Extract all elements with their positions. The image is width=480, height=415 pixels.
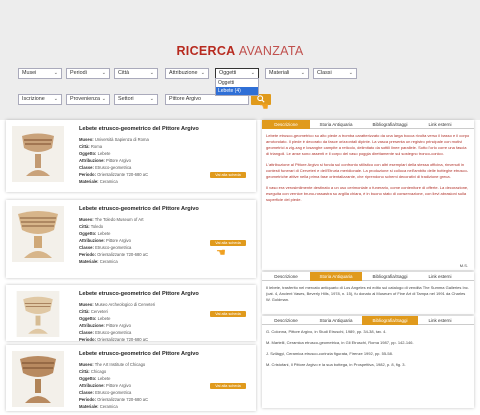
detail-panel-storia: Descrizione Storia Antiquaria Bibliograf… xyxy=(262,272,474,314)
tab-descrizione[interactable]: Descrizione xyxy=(262,272,310,281)
tab-descrizione[interactable]: Descrizione xyxy=(262,316,310,325)
filter-provenienza[interactable]: Provenienza ⌄ xyxy=(66,94,110,105)
result-title: Lebete etrusco-geometrico del Pittore Ar… xyxy=(79,351,199,357)
chevron-down-icon: ⌄ xyxy=(149,96,154,102)
result-title: Lebete etrusco-geometrico del Pittore Ar… xyxy=(79,126,199,132)
result-card: Lebete etrusco-geometrico del Pittore Ar… xyxy=(6,285,256,342)
author-initials: M.S. xyxy=(459,263,468,268)
filter-label: Oggetti xyxy=(219,70,237,76)
filter-musei[interactable]: Musei ⌄ xyxy=(18,68,62,79)
filter-label: Settori xyxy=(118,96,134,102)
filter-classi[interactable]: Classi ⌄ xyxy=(313,68,357,79)
detail-panel-bibliografia: Descrizione Storia Antiquaria Bibliograf… xyxy=(262,316,474,408)
vai-alla-scheda-button[interactable]: Vai alla scheda xyxy=(210,172,246,178)
bibliography-list: G. Colonna, Pittore Argivo, in Studi Etr… xyxy=(266,329,470,373)
lebete-vase-image xyxy=(12,206,64,262)
result-title: Lebete etrusco-geometrico del Pittore Ar… xyxy=(79,206,199,212)
vai-alla-scheda-button[interactable]: Vai alla scheda xyxy=(210,311,246,317)
chevron-down-icon: ⌄ xyxy=(53,70,58,76)
result-card: Lebete etrusco-geometrico del Pittore Ar… xyxy=(6,345,256,411)
oggetti-dropdown[interactable]: Oggetti Lebete (4) xyxy=(215,78,259,96)
tab-storia-antiquaria[interactable]: Storia Antiquaria xyxy=(310,316,362,325)
filter-periodi[interactable]: Periodi ⌄ xyxy=(66,68,110,79)
result-card: Lebete etrusco-geometrico del Pittore Ar… xyxy=(6,120,256,192)
result-meta: Museo: Museo Archeologico di Cerveteri C… xyxy=(79,302,156,342)
result-meta: Museo: The Art Institute of Chicago Citt… xyxy=(79,362,149,409)
result-meta: Museo: Università Sapienza di Roma Città… xyxy=(79,137,149,184)
lebete-vase-image xyxy=(16,291,60,337)
filter-label: Materiali xyxy=(269,70,290,76)
search-header: RICERCA AVANZATA Musei ⌄ Periodi ⌄ Città ⌄ … xyxy=(0,0,480,120)
page-title: RICERCA AVANZATA xyxy=(176,44,304,58)
detail-tabs: Descrizione Storia Antiquaria Bibliograf… xyxy=(262,272,474,281)
dropdown-option[interactable]: Oggetti xyxy=(216,79,258,87)
chevron-down-icon: ⌄ xyxy=(101,96,106,102)
storia-text: Il lebete, trasferito nel mercato antiqu… xyxy=(266,285,469,302)
detail-tabs: Descrizione Storia Antiquaria Bibliograf… xyxy=(262,316,474,325)
filter-label: Città xyxy=(118,70,130,76)
chevron-down-icon: ⌄ xyxy=(101,70,106,76)
filter-label: Musei xyxy=(22,70,37,76)
tab-storia-antiquaria[interactable]: Storia Antiquaria xyxy=(310,272,362,281)
result-title: Lebete etrusco-geometrico del Pittore Ar… xyxy=(79,291,199,297)
pointer-hand-icon: ☚ xyxy=(259,101,269,113)
lebete-vase-image xyxy=(12,351,64,407)
tab-link-esterni[interactable]: Link esterni xyxy=(418,316,462,325)
filter-label: Periodi xyxy=(70,70,87,76)
bibliography-entry: M. Martelli, Ceramica etrusco-geometrica… xyxy=(266,340,414,345)
filter-settori[interactable]: Settori ⌄ xyxy=(114,94,158,105)
result-meta: Museo: The Toledo Museum of Art Città: T… xyxy=(79,217,149,264)
vai-alla-scheda-button[interactable]: Vai alla scheda xyxy=(210,383,246,389)
detail-panel-descrizione: Descrizione Storia Antiquaria Bibliograf… xyxy=(262,120,474,270)
bibliography-entry: G. Colonna, Pittore Argivo, in Studi Etr… xyxy=(266,329,387,334)
lebete-vase-image xyxy=(12,126,64,182)
chevron-down-icon: ⌄ xyxy=(300,70,305,76)
chevron-down-icon: ⌄ xyxy=(53,96,58,102)
chevron-down-icon: ⌄ xyxy=(348,70,353,76)
description-text: Lebete etrusco-geometrico su alto piede … xyxy=(266,133,470,202)
tab-storia-antiquaria[interactable]: Storia Antiquaria xyxy=(310,120,362,129)
result-card: Lebete etrusco-geometrico del Pittore Ar… xyxy=(6,200,256,278)
tab-bibliografia[interactable]: Bibliografia/Saggi xyxy=(362,120,418,129)
bibliography-entry: M. Cristofani, Il Pittore Argivo e la su… xyxy=(266,362,406,367)
pointer-hand-icon: ☚ xyxy=(216,247,226,259)
filter-iscrizione[interactable]: Iscrizione ⌄ xyxy=(18,94,62,105)
filter-citta[interactable]: Città ⌄ xyxy=(114,68,158,79)
filter-label: Iscrizione xyxy=(22,96,45,102)
filter-label: Attribuzione xyxy=(169,70,198,76)
search-value: Pittore Argivo xyxy=(169,96,202,102)
chevron-down-icon: ⌄ xyxy=(200,70,205,76)
tab-link-esterni[interactable]: Link esterni xyxy=(418,272,462,281)
filter-label: Classi xyxy=(317,70,332,76)
filter-materiali[interactable]: Materiali ⌄ xyxy=(265,68,309,79)
chevron-down-icon: ⌄ xyxy=(250,70,255,76)
tab-link-esterni[interactable]: Link esterni xyxy=(418,120,462,129)
tab-bibliografia[interactable]: Bibliografia/Saggi xyxy=(362,316,418,325)
chevron-down-icon: ⌄ xyxy=(149,70,154,76)
dropdown-option-selected[interactable]: Lebete (4) xyxy=(216,87,258,95)
tab-bibliografia[interactable]: Bibliografia/Saggi xyxy=(362,272,418,281)
bibliography-entry: J. Szilágyi, Ceramica etrusco-corinzia f… xyxy=(266,351,393,356)
tab-descrizione[interactable]: Descrizione xyxy=(262,120,310,129)
detail-tabs: Descrizione Storia Antiquaria Bibliograf… xyxy=(262,120,474,129)
filter-label: Provenienza xyxy=(70,96,100,102)
filter-attribuzione[interactable]: Attribuzione ⌄ xyxy=(165,68,209,79)
